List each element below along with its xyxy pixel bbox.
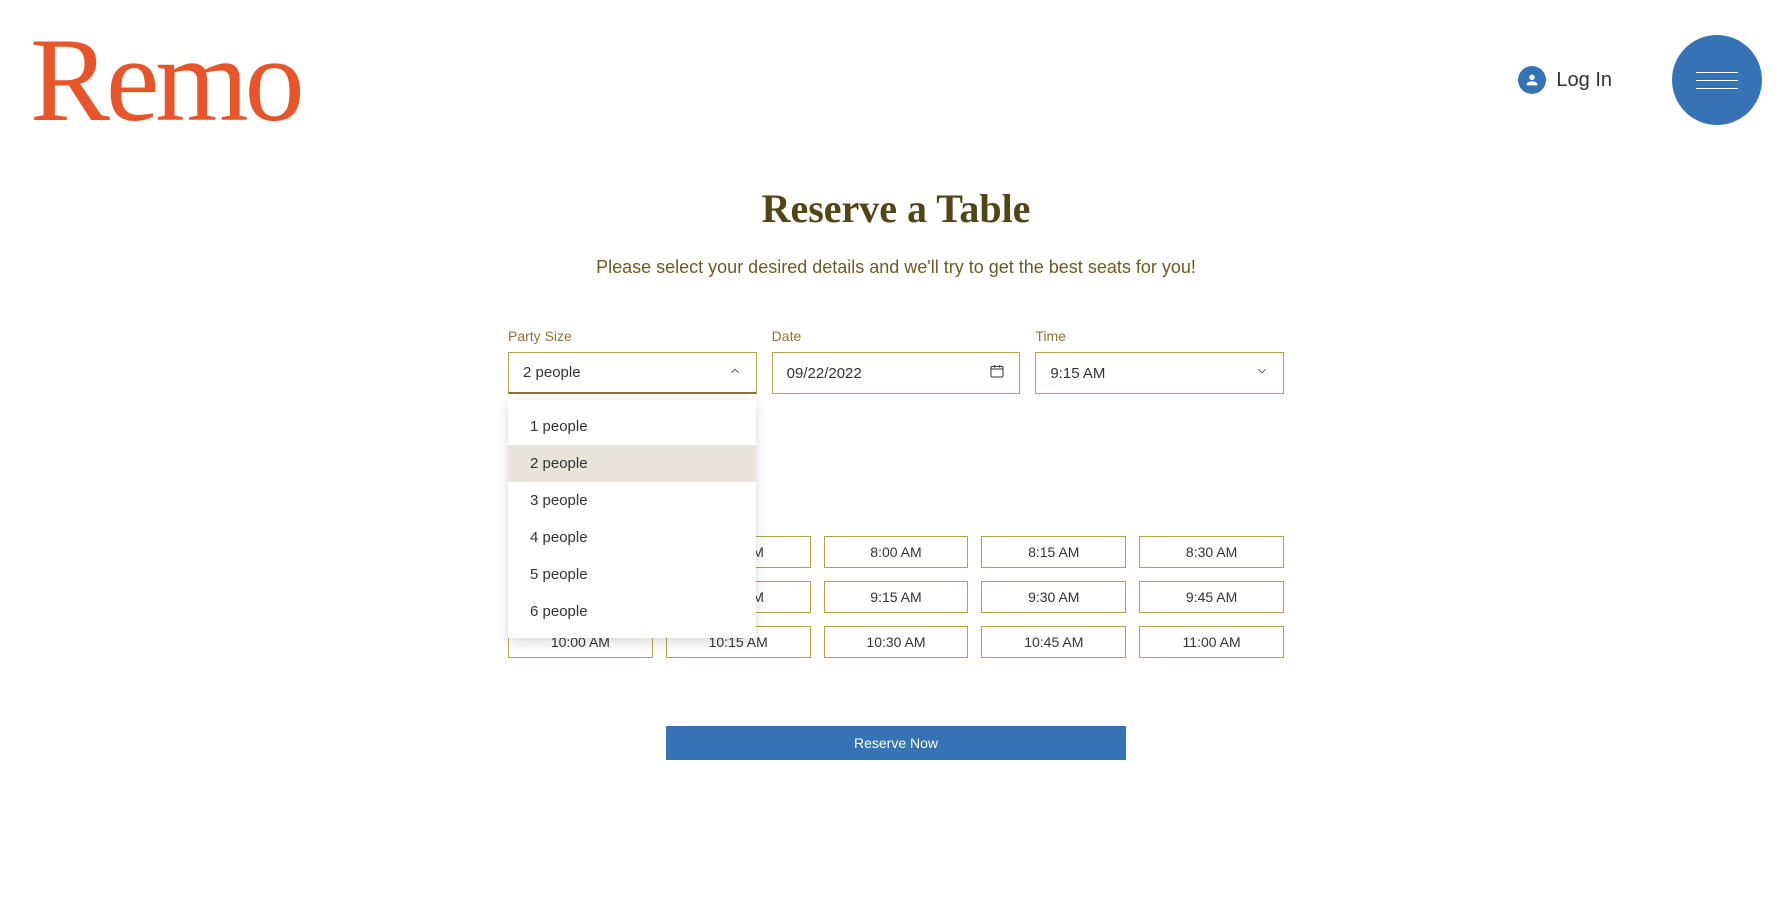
login-label: Log In [1556, 69, 1612, 92]
party-size-select[interactable]: 2 people [508, 352, 757, 394]
time-group: Time 9:15 AM [1035, 328, 1284, 394]
header-right: Log In [1518, 35, 1762, 125]
date-label: Date [772, 328, 1021, 344]
menu-button[interactable] [1672, 35, 1762, 125]
time-slot[interactable]: 10:45 AM [981, 626, 1126, 658]
party-size-group: Party Size 2 people [508, 328, 757, 394]
time-slot[interactable]: 10:30 AM [824, 626, 969, 658]
party-size-option-6[interactable]: 6 people [508, 593, 756, 630]
time-slot[interactable]: 9:15 AM [824, 581, 969, 613]
menu-line-icon [1696, 72, 1738, 73]
time-slot[interactable]: 9:30 AM [981, 581, 1126, 613]
party-size-option-3[interactable]: 3 people [508, 482, 756, 519]
page-title: Reserve a Table [762, 185, 1031, 232]
time-slot[interactable]: 8:15 AM [981, 536, 1126, 568]
time-slot[interactable]: 8:00 AM [824, 536, 969, 568]
chevron-down-icon [1255, 364, 1269, 382]
user-icon [1518, 66, 1546, 94]
time-label: Time [1035, 328, 1284, 344]
time-select[interactable]: 9:15 AM [1035, 352, 1284, 394]
date-group: Date 09/22/2022 [772, 328, 1021, 394]
page-subtitle: Please select your desired details and w… [596, 257, 1196, 278]
party-size-option-2[interactable]: 2 people [508, 445, 756, 482]
form-container: Party Size 2 people Date 09/22/2022 Time [508, 328, 1284, 394]
reserve-button[interactable]: Reserve Now [666, 726, 1126, 760]
time-slot[interactable]: 11:00 AM [1139, 626, 1284, 658]
date-value: 09/22/2022 [787, 365, 862, 382]
login-button[interactable]: Log In [1518, 66, 1612, 94]
menu-line-icon [1696, 80, 1738, 81]
party-size-label: Party Size [508, 328, 757, 344]
party-size-dropdown: 1 people 2 people 3 people 4 people 5 pe… [508, 400, 756, 638]
calendar-icon [989, 363, 1005, 383]
menu-line-icon [1696, 88, 1738, 89]
time-slot[interactable]: 8:30 AM [1139, 536, 1284, 568]
date-select[interactable]: 09/22/2022 [772, 352, 1021, 394]
chevron-up-icon [728, 364, 742, 382]
party-size-option-4[interactable]: 4 people [508, 519, 756, 556]
party-size-option-5[interactable]: 5 people [508, 556, 756, 593]
main-content: Reserve a Table Please select your desir… [0, 160, 1792, 760]
time-slot[interactable]: 9:45 AM [1139, 581, 1284, 613]
party-size-value: 2 people [523, 364, 581, 381]
party-size-option-1[interactable]: 1 people [508, 408, 756, 445]
logo[interactable]: Remo [30, 20, 301, 140]
time-value: 9:15 AM [1050, 365, 1105, 382]
header: Remo Log In [0, 0, 1792, 160]
